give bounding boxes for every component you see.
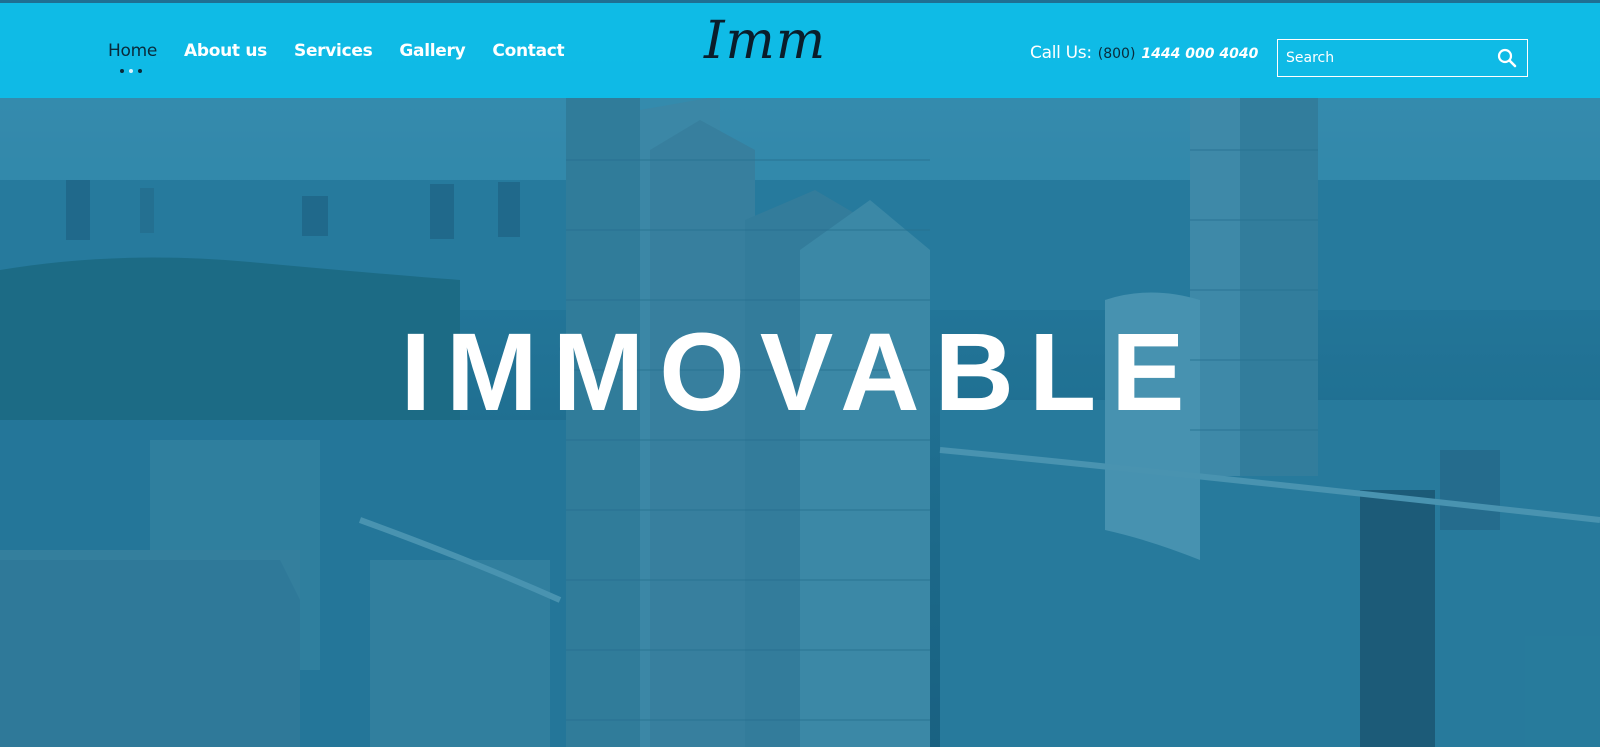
nav-item-label: Home [108,41,158,61]
indicator-dot [138,69,142,73]
nav-item-about-us[interactable]: About us [184,41,267,61]
nav-item-label: Gallery [399,41,466,61]
active-indicator-dots [120,69,142,73]
nav-item-services[interactable]: Services [294,41,373,61]
hero-title: IMMOVABLE [400,311,1200,434]
nav-item-gallery[interactable]: Gallery [399,41,465,61]
nav-item-label: Contact [492,41,565,61]
search-box [1277,39,1528,77]
phone-number[interactable]: 1444 000 4040 [1141,46,1258,62]
call-us-label: Call Us: [1030,43,1092,63]
site-header: Home About us Services Gallery Contact I… [0,3,1600,98]
indicator-dot [129,69,133,73]
call-us: Call Us: (800) 1444 000 4040 [1030,43,1258,63]
top-border [0,0,1600,3]
nav-item-contact[interactable]: Contact [492,41,564,61]
nav-item-label: Services [294,41,373,61]
main-nav: Home About us Services Gallery Contact [108,41,591,73]
search-input[interactable] [1278,40,1487,76]
nav-item-label: About us [184,41,267,61]
site-logo[interactable]: Imm [704,15,854,67]
phone-area-code: (800) [1097,46,1136,62]
indicator-dot [120,69,124,73]
nav-item-home[interactable]: Home [108,41,158,73]
search-icon[interactable] [1487,40,1527,76]
